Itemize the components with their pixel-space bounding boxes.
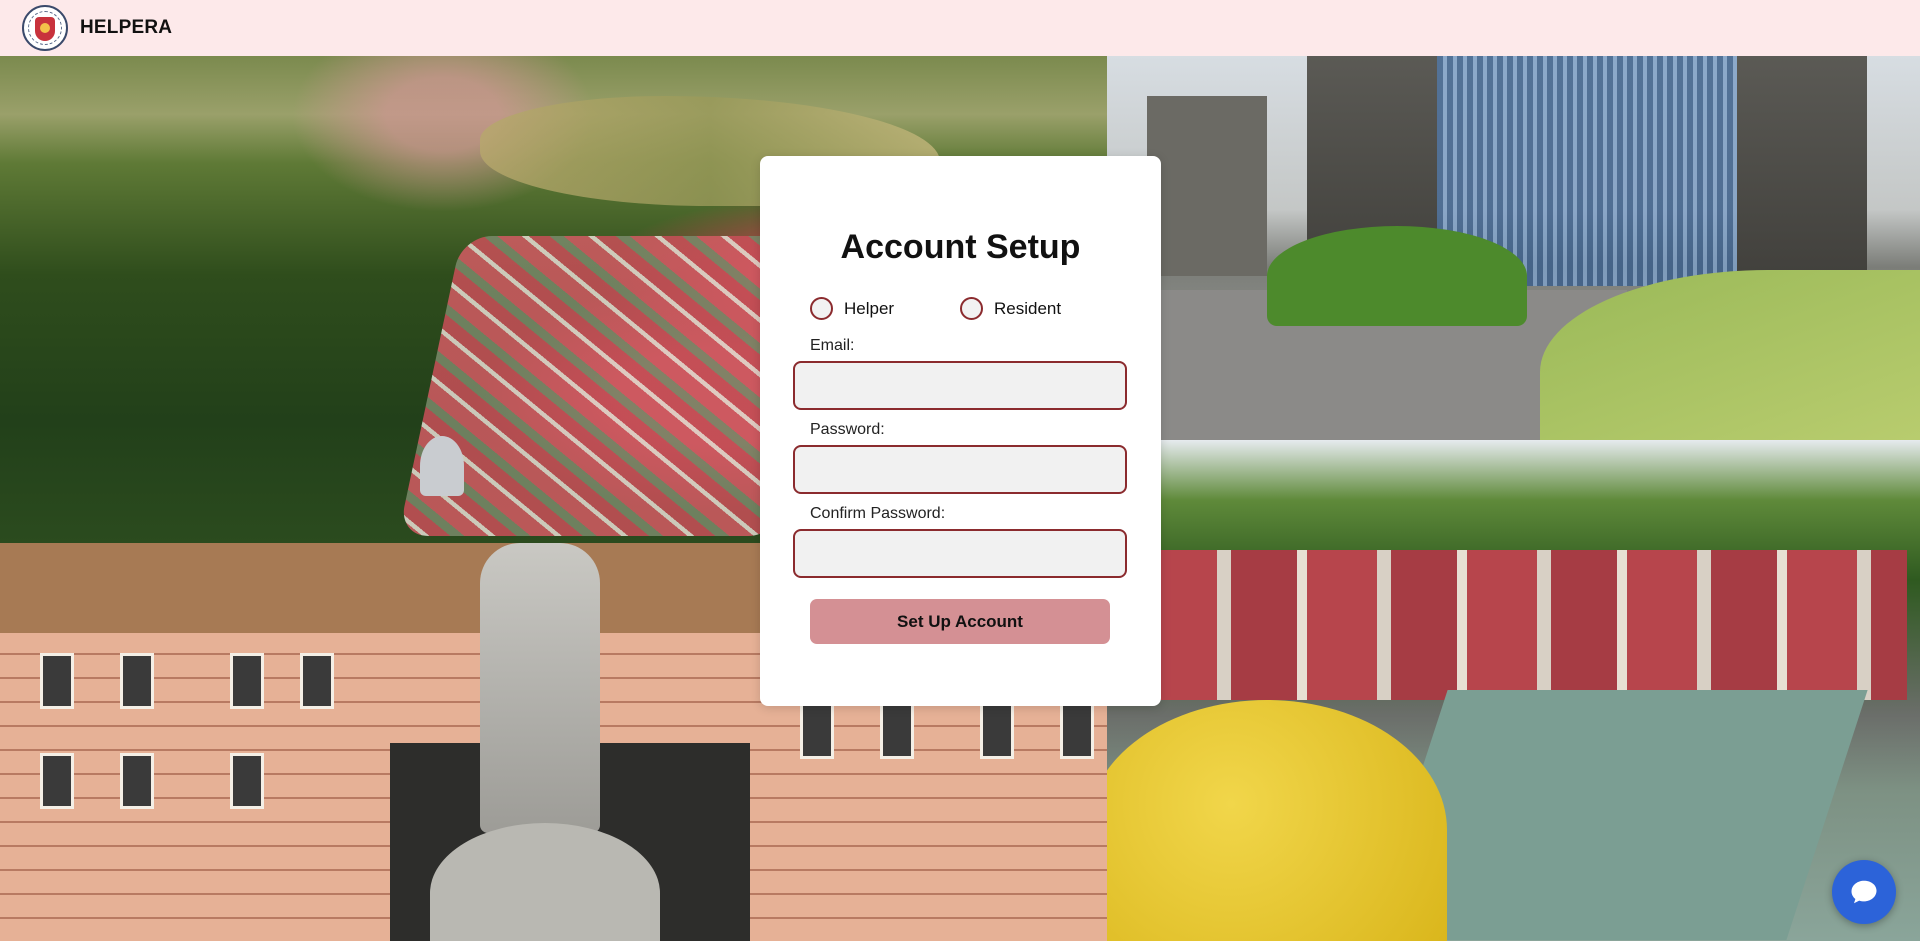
email-field[interactable] xyxy=(793,361,1127,410)
password-label: Password: xyxy=(810,421,885,438)
helper-label: Helper xyxy=(844,298,895,318)
confirm-password-field[interactable] xyxy=(793,529,1127,578)
background-photo-gate xyxy=(1107,56,1920,440)
resident-label: Resident xyxy=(994,298,1062,318)
set-up-account-button[interactable]: Set Up Account xyxy=(810,599,1110,644)
form-title: Account Setup xyxy=(840,228,1081,266)
background-photo-subdivision-court xyxy=(1107,440,1920,941)
password-field[interactable] xyxy=(793,445,1127,494)
chat-bubble-icon xyxy=(1851,880,1877,904)
email-label: Email: xyxy=(810,337,855,354)
confirm-password-label: Confirm Password: xyxy=(810,505,946,522)
role-selector: Helper Resident xyxy=(810,297,1110,320)
chat-button[interactable] xyxy=(1832,860,1896,924)
role-option-helper[interactable]: Helper xyxy=(810,297,960,320)
account-setup-card: Account Setup Helper Resident Email: Pas… xyxy=(760,156,1161,706)
helpera-logo-icon[interactable] xyxy=(22,5,68,51)
helper-radio[interactable] xyxy=(810,297,833,320)
resident-radio[interactable] xyxy=(960,297,983,320)
brand-name[interactable]: HELPERA xyxy=(80,17,172,39)
role-option-resident[interactable]: Resident xyxy=(960,297,1110,320)
top-header: HELPERA xyxy=(0,0,1920,56)
